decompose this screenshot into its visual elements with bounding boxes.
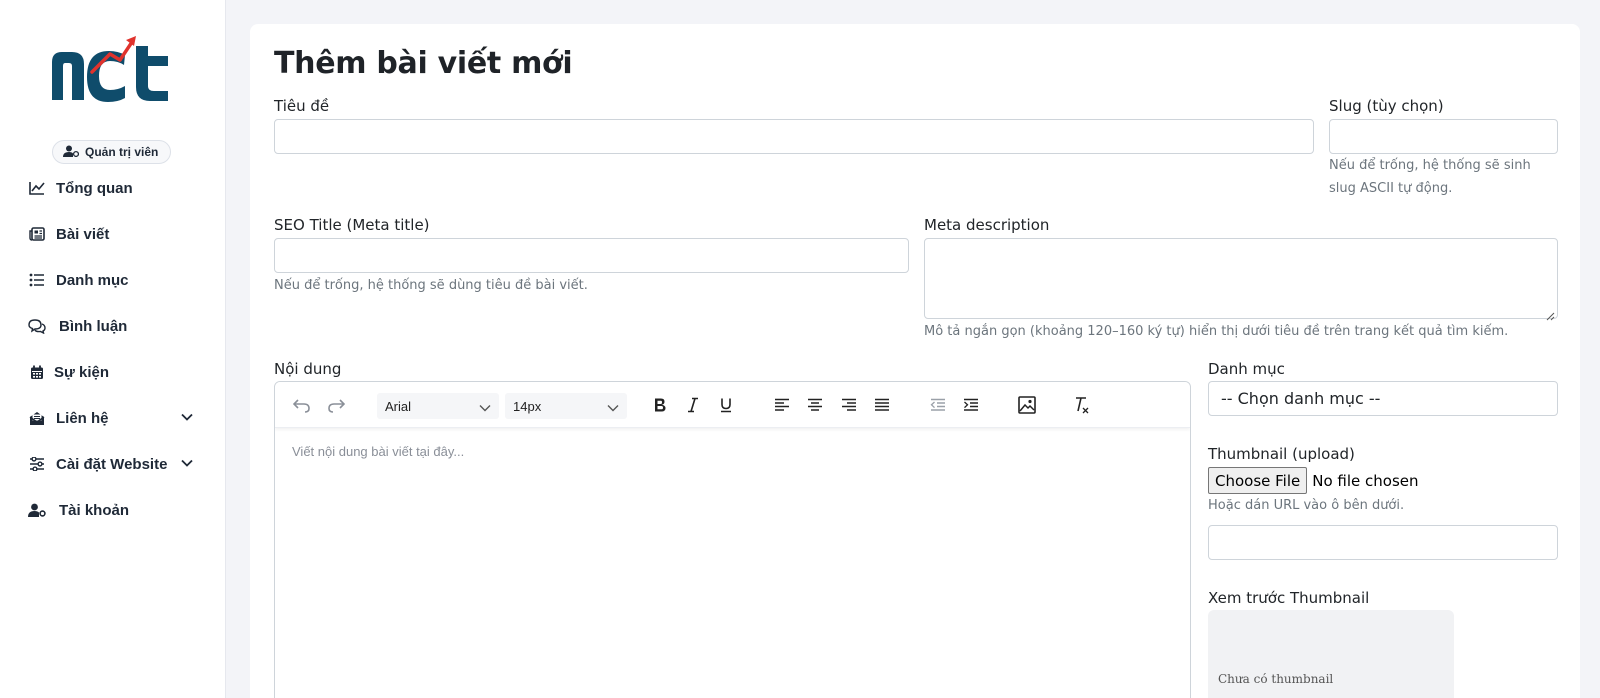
newspaper-icon: [28, 225, 46, 243]
sidebar-item-cai-dat-website[interactable]: Cài đặt Website: [28, 448, 200, 480]
choose-file-button[interactable]: Choose File: [1208, 467, 1308, 494]
sidebar-item-label: Bài viết: [56, 225, 110, 243]
user-gear-icon: [63, 145, 80, 160]
chevron-down-icon: [479, 401, 491, 412]
thumbnail-preview: Chưa có thumbnail: [1208, 610, 1454, 698]
role-badge-label: Quản trị viên: [85, 145, 159, 159]
envelope-open-icon: [28, 409, 46, 427]
undo-icon[interactable]: [292, 395, 312, 415]
thumbnail-upload-label: Thumbnail (upload): [1208, 445, 1355, 463]
sidebar-item-tong-quan[interactable]: Tổng quan: [28, 172, 200, 204]
page-title: Thêm bài viết mới: [274, 46, 573, 81]
sidebar-item-label: Sự kiện: [54, 363, 110, 381]
title-input[interactable]: [274, 119, 1314, 154]
underline-icon[interactable]: [716, 395, 736, 415]
sidebar-item-bai-viet[interactable]: Bài viết: [28, 218, 200, 250]
rich-text-editor: Arial 14px Viết nội dung bài viết tại đâ…: [274, 381, 1191, 698]
sidebar-item-label: Tổng quan: [56, 179, 133, 197]
comments-icon: [28, 317, 46, 335]
sidebar-item-label: Liên hệ: [56, 409, 109, 427]
font-size-select[interactable]: 14px: [505, 393, 627, 419]
category-label: Danh mục: [1208, 360, 1285, 378]
chart-line-icon: [28, 179, 46, 197]
slug-help: Nếu để trống, hệ thống sẽ sinh slug ASCI…: [1329, 154, 1531, 200]
list-icon: [28, 271, 46, 289]
calendar-icon: [28, 363, 46, 381]
sidebar-item-binh-luan[interactable]: Bình luận: [28, 310, 200, 342]
thumbnail-preview-label: Xem trước Thumbnail: [1208, 589, 1370, 607]
font-size-value: 14px: [513, 398, 542, 414]
chevron-down-icon: [607, 401, 619, 412]
category-select[interactable]: -- Chọn danh mục --: [1208, 381, 1558, 416]
nct-logo[interactable]: [48, 32, 178, 106]
italic-icon[interactable]: [683, 395, 703, 415]
category-selected-value: -- Chọn danh mục --: [1221, 389, 1381, 408]
sidebar-item-label: Bình luận: [59, 317, 128, 335]
sidebar-item-label: Tài khoản: [59, 501, 130, 519]
sidebar-item-label: Danh mục: [56, 271, 129, 289]
title-label: Tiêu đề: [274, 97, 330, 115]
sidebar: Quản trị viên Tổng quan Bài viết Danh mụ…: [0, 0, 226, 698]
slug-input[interactable]: [1329, 119, 1558, 154]
sidebar-item-danh-muc[interactable]: Danh mục: [28, 264, 200, 296]
role-badge: Quản trị viên: [52, 140, 172, 164]
image-icon[interactable]: [1017, 395, 1037, 415]
sidebar-item-label: Cài đặt Website: [56, 455, 168, 473]
editor-toolbar: Arial 14px: [275, 382, 1190, 428]
font-family-select[interactable]: Arial: [377, 393, 499, 419]
thumbnail-url-input[interactable]: [1208, 525, 1558, 560]
sidebar-item-tai-khoan[interactable]: Tài khoản: [28, 494, 200, 526]
user-gear-icon: [28, 501, 46, 519]
redo-icon[interactable]: [326, 395, 346, 415]
file-status: No file chosen: [1312, 471, 1419, 490]
thumbnail-file-input: Choose File No file chosen: [1208, 467, 1419, 494]
meta-description-label: Meta description: [924, 216, 1050, 234]
slug-help-line: Nếu để trống, hệ thống sẽ sinh: [1329, 158, 1531, 173]
font-family-value: Arial: [385, 398, 412, 414]
chevron-down-icon[interactable]: [180, 410, 194, 424]
meta-description-textarea[interactable]: [924, 238, 1558, 321]
resize-handle-icon[interactable]: [1545, 306, 1555, 321]
content-label: Nội dung: [274, 360, 342, 378]
slug-label: Slug (tùy chọn): [1329, 97, 1444, 115]
chevron-down-icon[interactable]: [180, 456, 194, 470]
slug-help-line: slug ASCII tự động.: [1329, 181, 1453, 196]
seo-title-input[interactable]: [274, 238, 909, 273]
sidebar-item-su-kien[interactable]: Sự kiện: [28, 356, 200, 388]
meta-description-help: Mô tả ngắn gọn (khoảng 120–160 ký tự) hi…: [924, 324, 1509, 339]
sidebar-item-lien-he[interactable]: Liên hệ: [28, 402, 200, 434]
align-left-icon[interactable]: [772, 395, 792, 415]
sliders-icon: [28, 455, 46, 473]
bold-icon[interactable]: [650, 395, 670, 415]
clear-format-icon[interactable]: [1072, 395, 1092, 415]
editor-content-area[interactable]: Viết nội dung bài viết tại đây...: [292, 444, 464, 459]
outdent-icon[interactable]: [928, 395, 948, 415]
thumbnail-preview-empty: Chưa có thumbnail: [1218, 672, 1334, 686]
thumbnail-help: Hoặc dán URL vào ô bên dưới.: [1208, 498, 1405, 513]
align-center-icon[interactable]: [805, 395, 825, 415]
indent-icon[interactable]: [961, 395, 981, 415]
align-right-icon[interactable]: [839, 395, 859, 415]
seo-title-label: SEO Title (Meta title): [274, 216, 430, 234]
seo-title-help: Nếu để trống, hệ thống sẽ dùng tiêu đề b…: [274, 278, 588, 293]
align-justify-icon[interactable]: [872, 395, 892, 415]
